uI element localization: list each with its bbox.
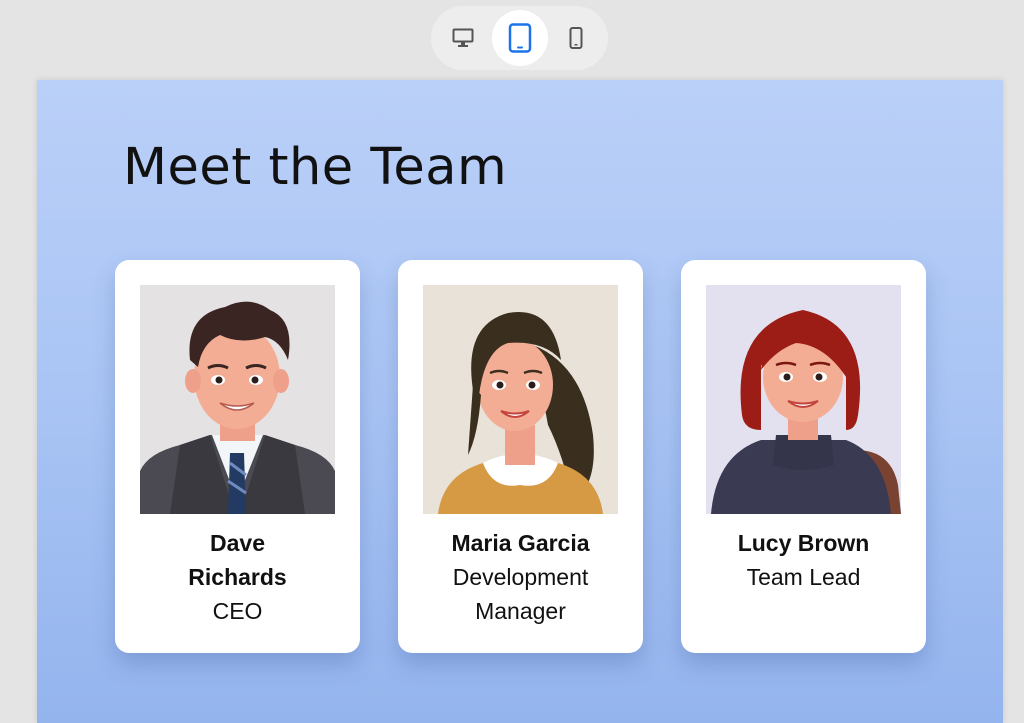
member-role: Team Lead xyxy=(746,564,861,590)
mobile-view-button[interactable] xyxy=(548,10,604,66)
tablet-view-button[interactable] xyxy=(491,10,548,66)
man-avatar-illustration xyxy=(140,285,335,514)
member-name: Dave Richards xyxy=(188,530,287,590)
team-card: Dave Richards CEO xyxy=(115,260,360,653)
mobile-icon xyxy=(569,27,583,49)
team-info: Maria Garcia Development Manager xyxy=(418,526,623,628)
page-canvas: Meet the Team Dave Richards CEO Maria Ga… xyxy=(37,80,1003,723)
team-info: Lucy Brown Team Lead xyxy=(701,526,906,594)
team-card: Maria Garcia Development Manager xyxy=(398,260,643,653)
tablet-icon xyxy=(508,23,531,53)
team-photo xyxy=(706,285,901,514)
woman-avatar-illustration xyxy=(423,285,618,514)
member-role: CEO xyxy=(212,598,263,624)
desktop-icon xyxy=(452,28,474,47)
member-role: Development Manager xyxy=(452,564,589,624)
team-photo xyxy=(140,285,335,514)
page-title: Meet the Team xyxy=(123,138,508,197)
member-name: Lucy Brown xyxy=(737,530,870,556)
team-card: Lucy Brown Team Lead xyxy=(681,260,926,653)
desktop-view-button[interactable] xyxy=(435,10,491,66)
member-name: Maria Garcia xyxy=(451,530,590,556)
team-photo xyxy=(423,285,618,514)
team-info: Dave Richards CEO xyxy=(135,526,340,628)
device-toolbar xyxy=(431,6,608,70)
redhead-avatar-illustration xyxy=(706,285,901,514)
